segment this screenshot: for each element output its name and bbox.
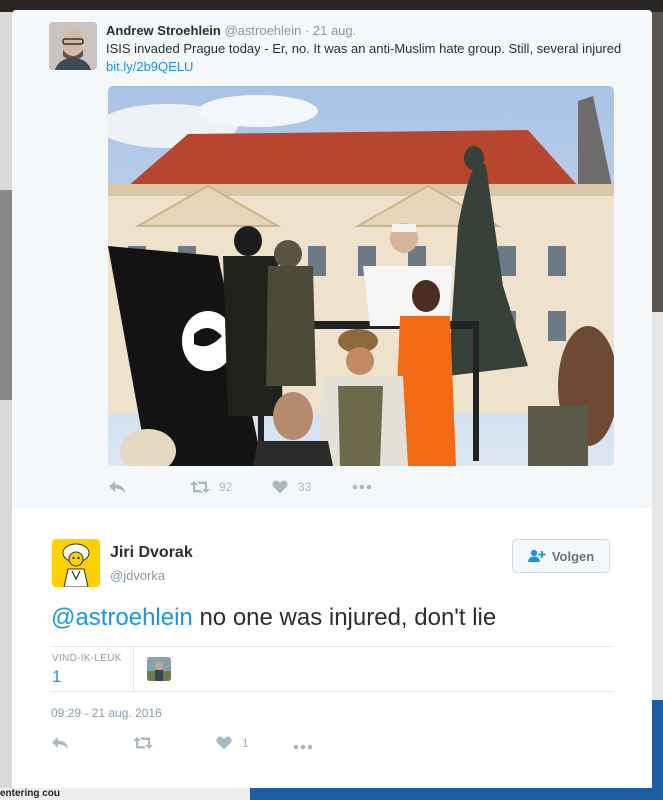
tweet-text: @astroehlein no one was injured, don't l… <box>51 602 611 634</box>
tweet-body: no one was injured, don't lie <box>192 604 497 631</box>
background-left-column <box>0 12 12 800</box>
mention-link[interactable]: @astroehlein <box>51 604 193 631</box>
stats-divider <box>133 647 134 691</box>
retweet-icon <box>133 737 153 749</box>
tweet-timestamp: 09:29 - 21 aug. 2016 <box>51 706 162 720</box>
separator: · <box>304 23 310 38</box>
reply-button[interactable] <box>51 736 69 750</box>
reply-icon <box>52 737 68 749</box>
divider <box>51 691 613 692</box>
background-right-banner <box>652 700 663 800</box>
author-name[interactable]: Jiri Dvorak <box>110 544 193 562</box>
tweet-photo[interactable] <box>108 86 614 466</box>
like-button[interactable]: 1 <box>216 736 249 750</box>
retweet-count: 92 <box>219 480 233 494</box>
avatar[interactable] <box>52 539 100 587</box>
author-handle[interactable]: @jdvorka <box>110 568 165 583</box>
follow-label: Volgen <box>551 548 595 564</box>
likes-count[interactable]: 1 <box>52 667 61 687</box>
heart-icon <box>272 480 288 494</box>
tweet-link[interactable]: bit.ly/2b9QELU <box>106 59 193 74</box>
author-handle[interactable]: @astroehlein <box>224 23 301 38</box>
heart-icon <box>216 736 232 750</box>
background-right-image <box>652 12 663 312</box>
background-left-image <box>0 190 12 400</box>
liker-avatar[interactable] <box>147 657 171 681</box>
follow-button[interactable]: Volgen <box>512 539 610 573</box>
reply-icon <box>109 481 125 493</box>
more-icon <box>293 744 313 750</box>
permalink-tweet: Jiri Dvorak @jdvorka Volgen @astroehlein… <box>12 508 652 788</box>
parent-tweet-text: ISIS invaded Prague today - Er, no. It w… <box>106 40 626 76</box>
more-button[interactable] <box>352 484 372 490</box>
tweet-stats: VIND-IK-LEUK 1 <box>51 647 613 691</box>
add-user-icon <box>527 549 546 562</box>
avatar[interactable] <box>49 22 97 70</box>
background-bottom-text: entering cou <box>0 788 61 799</box>
parent-tweet-actions: 92 33 <box>108 476 372 498</box>
tweet-text: ISIS invaded Prague today - Er, no. It w… <box>106 41 622 56</box>
retweet-button[interactable] <box>133 736 153 750</box>
tweet-date[interactable]: 21 aug. <box>313 23 356 38</box>
like-count: 33 <box>298 480 312 494</box>
parent-tweet-header: Andrew Stroehlein @astroehlein · 21 aug. <box>106 22 356 40</box>
more-icon <box>352 484 372 490</box>
like-button[interactable]: 33 <box>272 480 352 494</box>
parent-tweet[interactable]: Andrew Stroehlein @astroehlein · 21 aug.… <box>12 10 652 508</box>
retweet-icon <box>190 481 210 493</box>
reply-button[interactable] <box>108 480 190 494</box>
more-button[interactable] <box>293 744 313 750</box>
retweet-button[interactable]: 92 <box>190 480 272 494</box>
likes-label: VIND-IK-LEUK <box>52 653 122 664</box>
like-count: 1 <box>242 736 249 750</box>
author-name[interactable]: Andrew Stroehlein <box>106 23 221 38</box>
